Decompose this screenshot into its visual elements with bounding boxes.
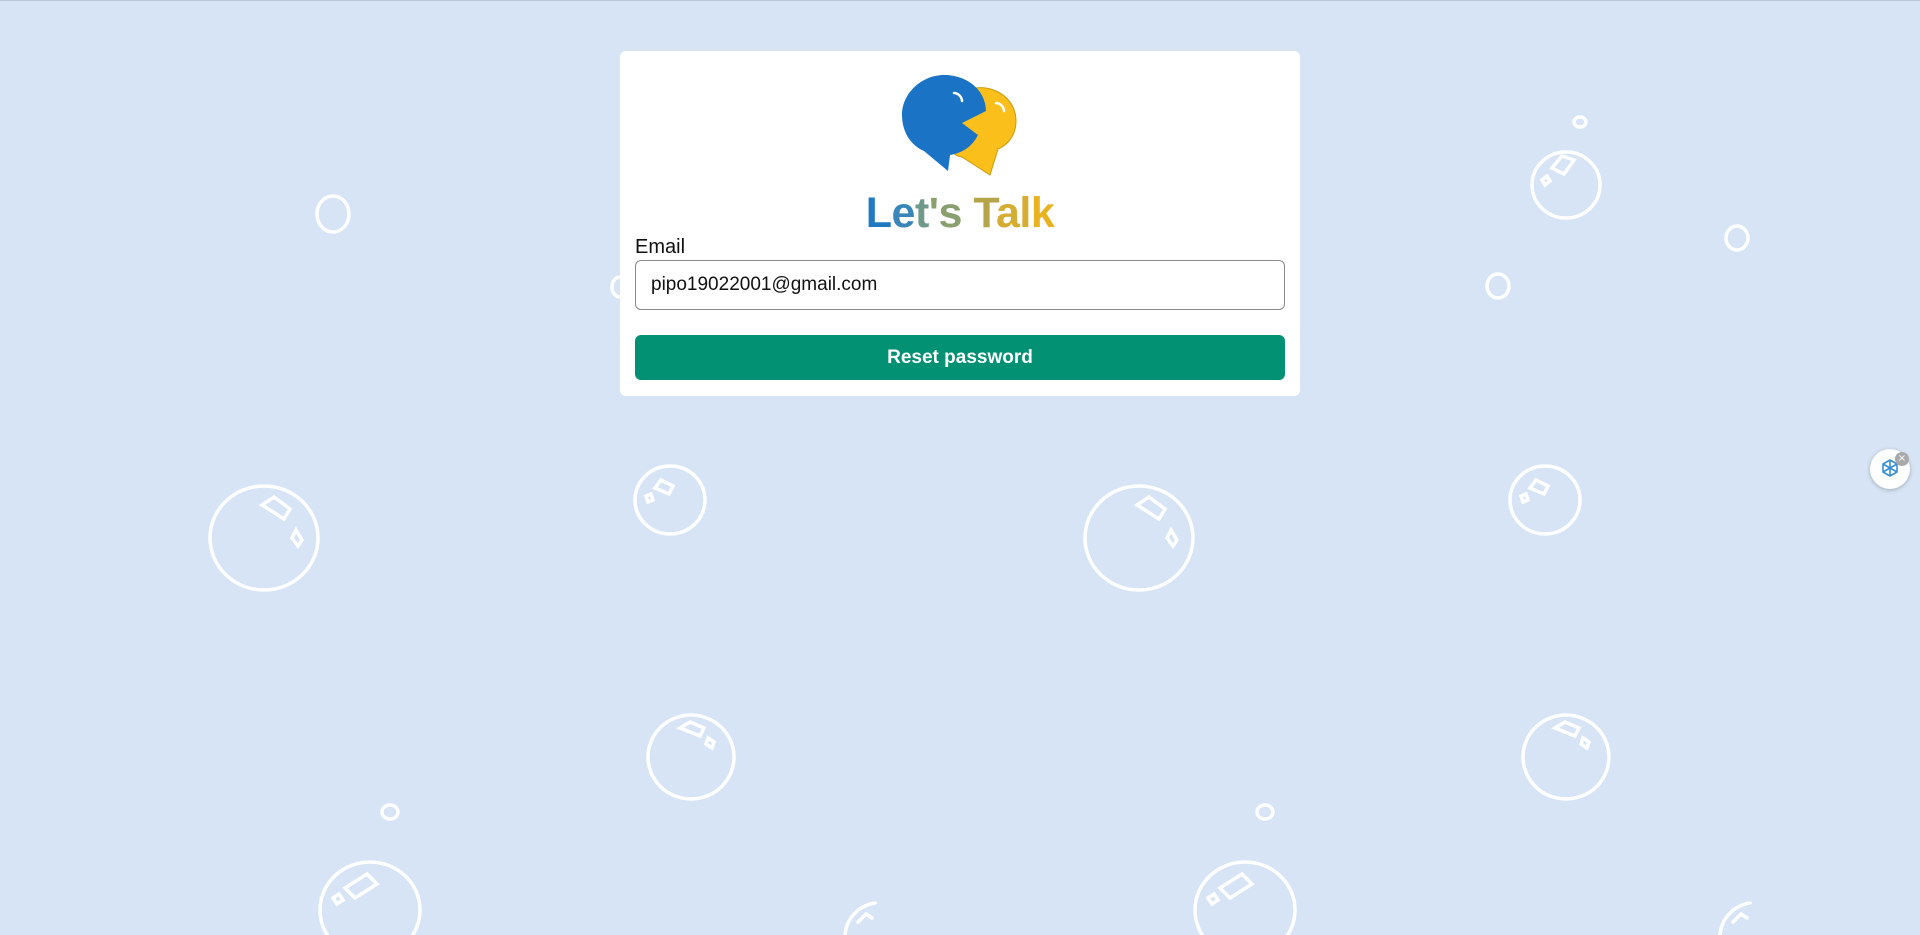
- reset-password-button[interactable]: Reset password: [635, 335, 1285, 380]
- bubble-decoration: [646, 713, 736, 801]
- email-field[interactable]: [635, 260, 1285, 310]
- bubble-decoration: [1572, 115, 1588, 129]
- bubble-decoration: [633, 464, 707, 536]
- bubble-decoration: [1083, 484, 1195, 592]
- speech-bubbles-logo: [902, 75, 1017, 176]
- bubble-decoration: [1530, 150, 1602, 220]
- bubble-decoration: [318, 860, 422, 935]
- bubble-decoration: [1508, 464, 1582, 536]
- bubble-decoration: [1731, 911, 1749, 924]
- bubble-decoration: [1485, 272, 1511, 300]
- bubble-decoration: [208, 484, 320, 592]
- email-label: Email: [635, 236, 686, 258]
- bubble-decoration: [1255, 803, 1275, 821]
- app-name: Let's Talk: [865, 189, 1055, 237]
- bubble-decoration: [380, 803, 400, 821]
- reset-password-card: Let's Talk Email Reset password: [620, 51, 1300, 396]
- bubble-decoration: [1193, 860, 1297, 935]
- extension-close-icon[interactable]: ×: [1895, 452, 1909, 466]
- bubble-decoration: [856, 911, 874, 924]
- bubble-decoration: [1521, 713, 1611, 801]
- bubble-decoration: [1724, 224, 1750, 252]
- bubble-decoration: [315, 194, 351, 234]
